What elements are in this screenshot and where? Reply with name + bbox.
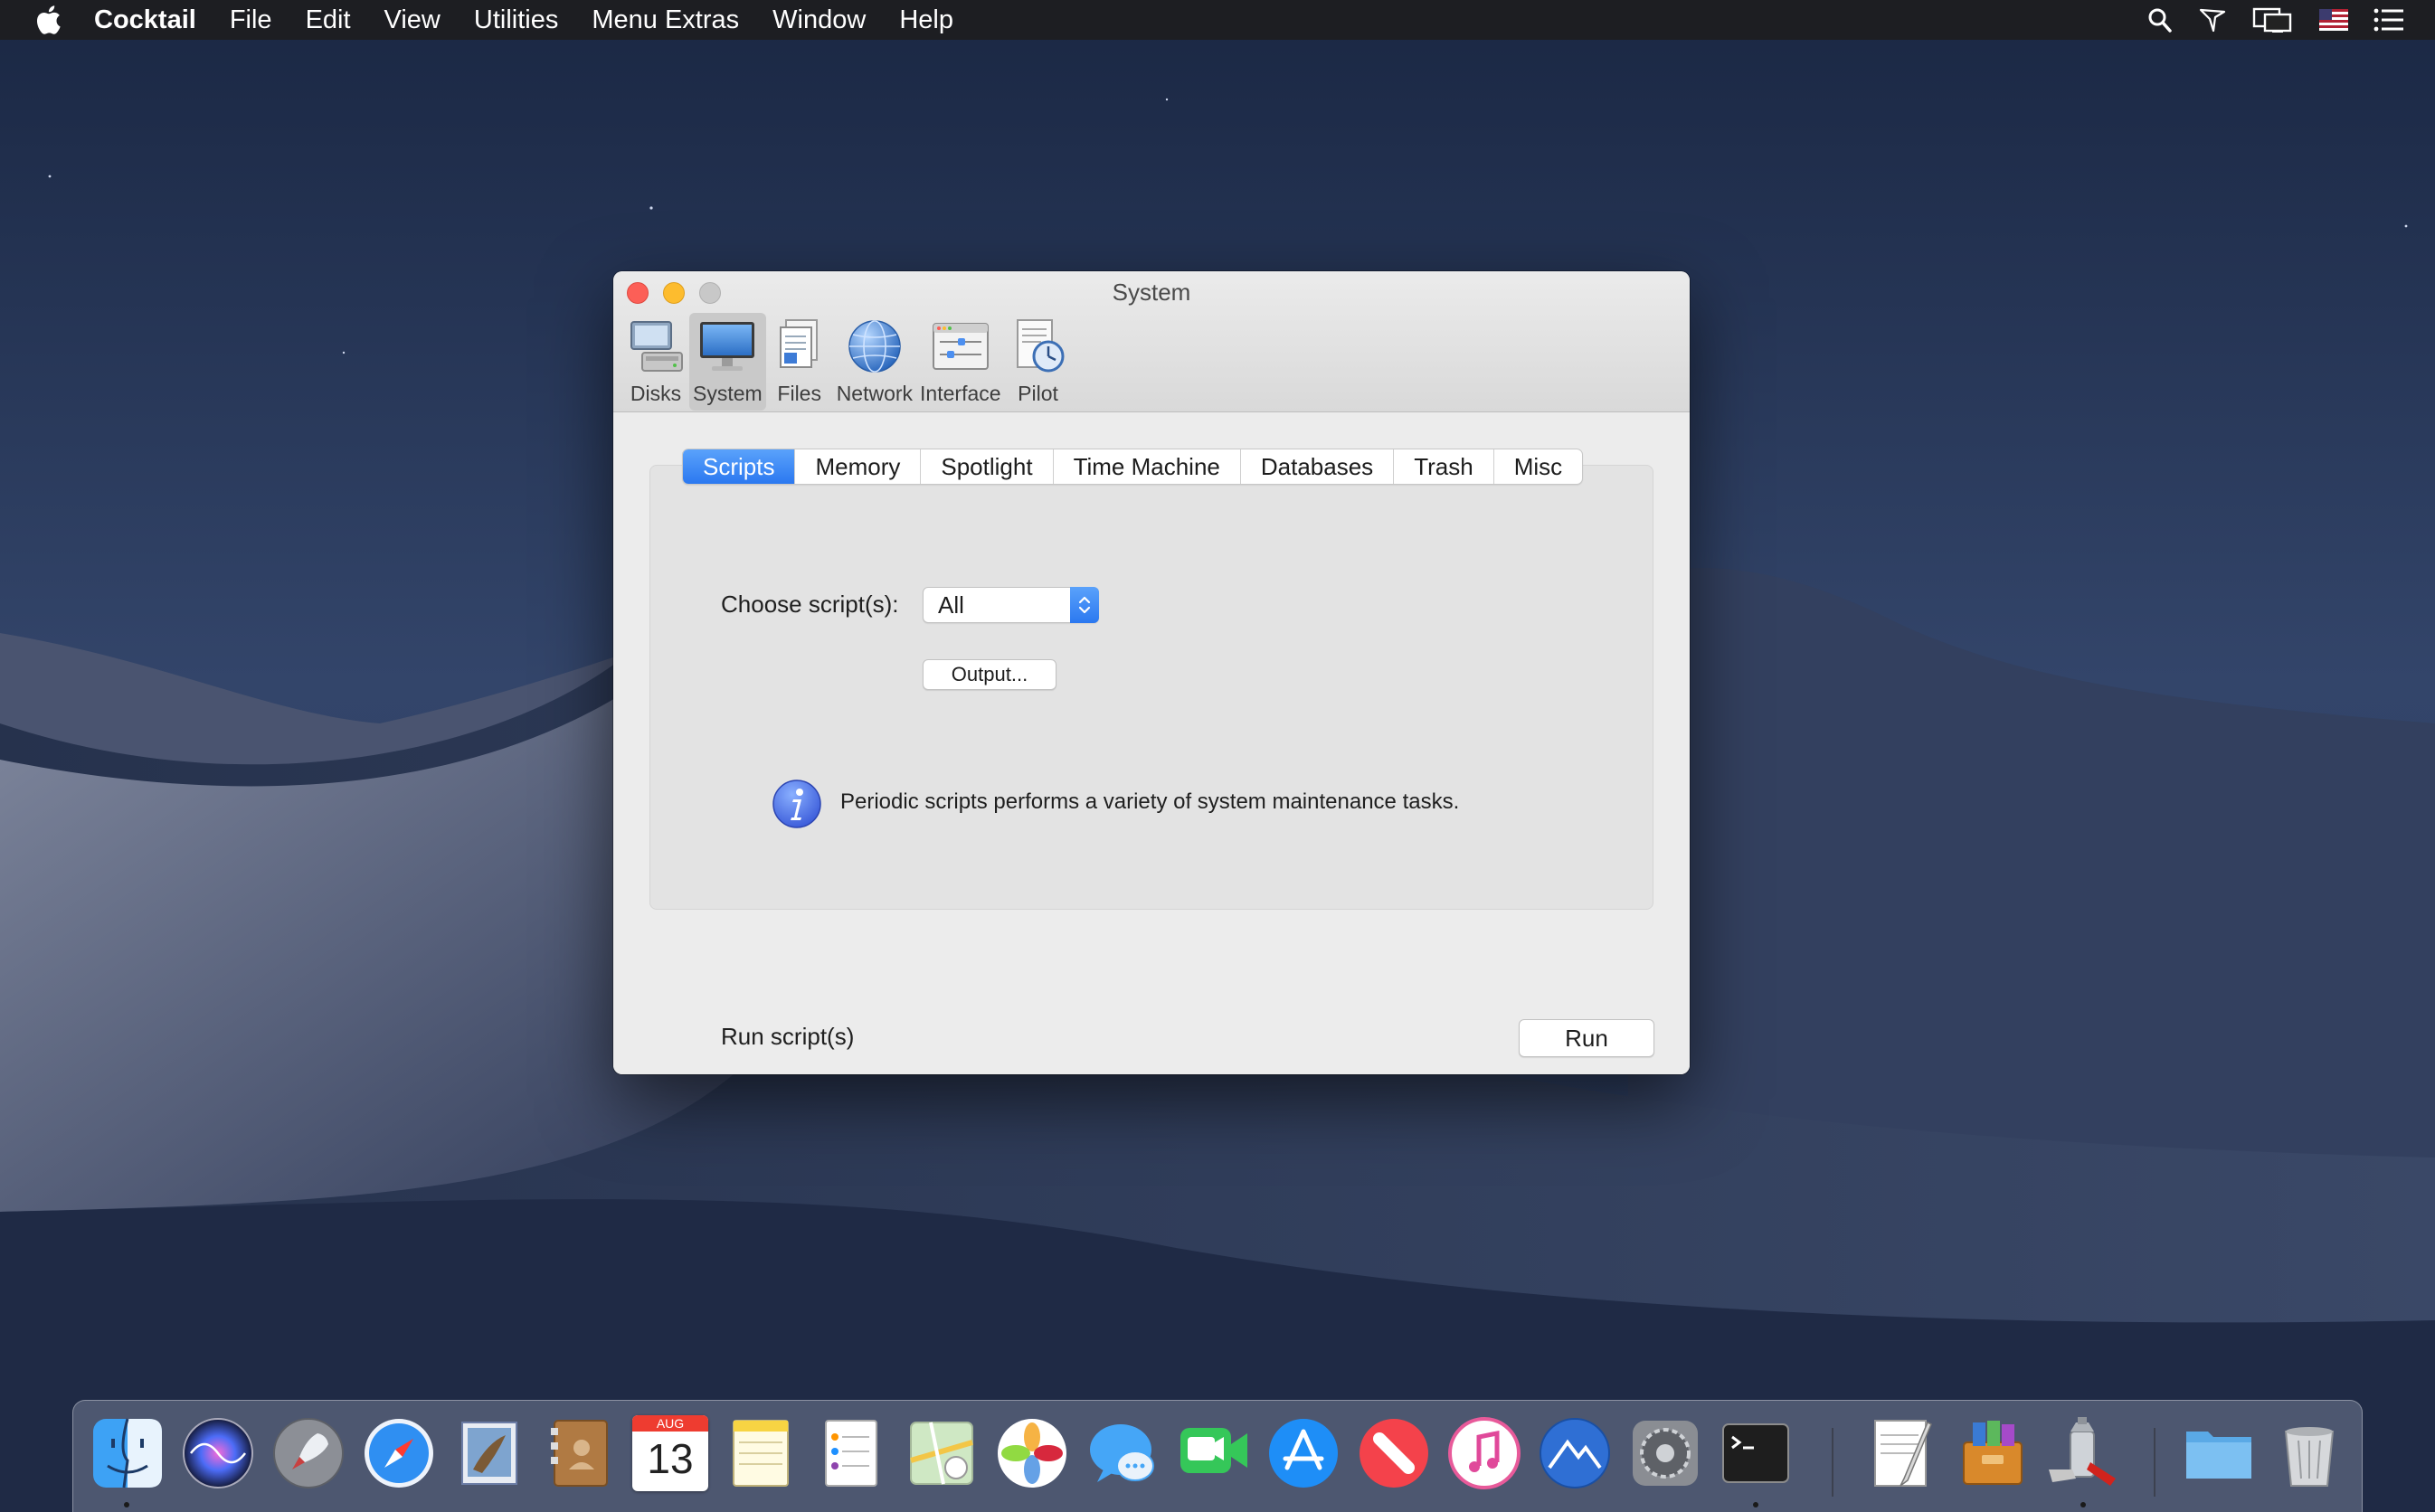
toolbar-network[interactable]: Network xyxy=(833,313,916,411)
pilot-icon xyxy=(1016,319,1065,373)
toolbar-files-label: Files xyxy=(777,382,821,405)
menu-edit[interactable]: Edit xyxy=(306,0,351,40)
system-icon xyxy=(700,322,755,371)
dock-running-indicator xyxy=(2080,1502,2086,1507)
facetime-icon[interactable] xyxy=(1175,1415,1251,1491)
dock-running-indicator xyxy=(1753,1502,1758,1507)
output-button[interactable]: Output... xyxy=(923,659,1056,690)
messages-icon[interactable] xyxy=(1085,1415,1161,1491)
disks-icon xyxy=(630,321,683,372)
tab-time-machine[interactable]: Time Machine xyxy=(1054,449,1241,484)
toolbar-disks-label: Disks xyxy=(630,382,682,405)
system-preferences-icon[interactable] xyxy=(1627,1415,1703,1491)
tab-misc[interactable]: Misc xyxy=(1494,449,1582,484)
altitude-icon[interactable] xyxy=(1537,1415,1613,1491)
siri-icon[interactable] xyxy=(180,1415,256,1491)
cocktail-pilot-icon[interactable] xyxy=(2198,0,2227,40)
safari-icon[interactable] xyxy=(361,1415,437,1491)
menu-help[interactable]: Help xyxy=(899,0,953,40)
toolbar: Disks System Files Network Interface Pil… xyxy=(622,313,1072,411)
choose-scripts-label: Choose script(s): xyxy=(721,591,899,618)
toolbar-network-label: Network xyxy=(836,382,914,405)
toolbar-system-label: System xyxy=(693,382,763,405)
news-icon[interactable] xyxy=(1356,1415,1432,1491)
menu-utilities[interactable]: Utilities xyxy=(474,0,558,40)
dock: AUG 13 xyxy=(72,1400,2363,1512)
files-icon xyxy=(779,319,818,368)
calendar-day: 13 xyxy=(647,1435,694,1482)
interface-icon xyxy=(932,323,989,370)
app-store-icon[interactable] xyxy=(1265,1415,1341,1491)
dock-separator xyxy=(1832,1428,1833,1497)
menu-view[interactable]: View xyxy=(384,0,441,40)
menu-menu-extras[interactable]: Menu Extras xyxy=(592,0,739,40)
tab-content-box: Choose script(s): All Output... Periodic… xyxy=(649,465,1654,1057)
window-title: System xyxy=(1112,279,1191,306)
menu-app-name[interactable]: Cocktail xyxy=(94,0,196,40)
toolbar-files[interactable]: Files xyxy=(766,313,833,411)
terminal-icon[interactable] xyxy=(1718,1415,1794,1491)
mail-icon[interactable] xyxy=(451,1415,527,1491)
toolbar-interface[interactable]: Interface xyxy=(916,313,1005,411)
dock-running-indicator xyxy=(124,1502,129,1507)
run-scripts-label: Run script(s) xyxy=(721,1023,855,1050)
info-icon xyxy=(772,780,821,828)
run-button[interactable]: Run xyxy=(1519,1019,1654,1057)
toolbar-system[interactable]: System xyxy=(689,313,766,411)
notification-center-icon[interactable] xyxy=(2373,0,2404,40)
script-popup-button[interactable]: All xyxy=(923,587,1099,623)
reminders-icon[interactable] xyxy=(813,1415,889,1491)
tab-memory[interactable]: Memory xyxy=(795,449,922,484)
notes-icon[interactable] xyxy=(723,1415,799,1491)
spotlight-search-icon[interactable] xyxy=(2147,0,2173,40)
us-flag-input-icon[interactable] xyxy=(2319,0,2348,40)
launchpad-icon[interactable] xyxy=(270,1415,346,1491)
window-content: Choose script(s): All Output... Periodic… xyxy=(613,412,1690,1074)
tab-scripts[interactable]: Scripts xyxy=(683,449,796,484)
documents-folder-icon[interactable] xyxy=(2181,1415,2257,1491)
textedit-icon[interactable] xyxy=(1864,1415,1940,1491)
toolbar-interface-label: Interface xyxy=(920,382,1001,405)
menu-file[interactable]: File xyxy=(230,0,272,40)
trash-icon[interactable] xyxy=(2271,1415,2347,1491)
toolbar-disks[interactable]: Disks xyxy=(622,313,689,411)
toolbar-pilot[interactable]: Pilot xyxy=(1005,313,1072,411)
tab-spotlight[interactable]: Spotlight xyxy=(921,449,1054,484)
dock-separator xyxy=(2154,1428,2155,1497)
menu-bar: Cocktail File Edit View Utilities Menu E… xyxy=(0,0,2435,40)
maps-icon[interactable] xyxy=(904,1415,980,1491)
display-mirroring-icon[interactable] xyxy=(2252,0,2294,40)
status-area xyxy=(2122,0,2404,40)
finder-icon[interactable] xyxy=(90,1415,166,1491)
contacts-icon[interactable] xyxy=(542,1415,618,1491)
apple-menu-icon[interactable] xyxy=(34,0,67,40)
calendar-month: AUG xyxy=(632,1415,708,1432)
menu-window[interactable]: Window xyxy=(772,0,866,40)
info-text: Periodic scripts performs a variety of s… xyxy=(840,789,1460,814)
itunes-icon[interactable] xyxy=(1446,1415,1522,1491)
popup-arrows-icon xyxy=(1070,587,1099,623)
calendar-icon[interactable]: AUG 13 xyxy=(632,1415,708,1491)
network-icon xyxy=(848,320,901,373)
toolbar-pilot-label: Pilot xyxy=(1018,382,1058,405)
cocktail-icon[interactable] xyxy=(2045,1415,2121,1491)
cocktail-system-window: System Disks System Files Network Interf… xyxy=(613,271,1690,1074)
tab-trash[interactable]: Trash xyxy=(1394,449,1494,484)
window-titlebar[interactable]: System Disks System Files Network Interf… xyxy=(613,271,1690,412)
tab-databases[interactable]: Databases xyxy=(1241,449,1395,484)
archive-utility-icon[interactable] xyxy=(1955,1415,2031,1491)
photos-icon[interactable] xyxy=(994,1415,1070,1491)
tab-bar: Scripts Memory Spotlight Time Machine Da… xyxy=(682,449,1584,485)
script-popup-value: All xyxy=(938,591,964,619)
